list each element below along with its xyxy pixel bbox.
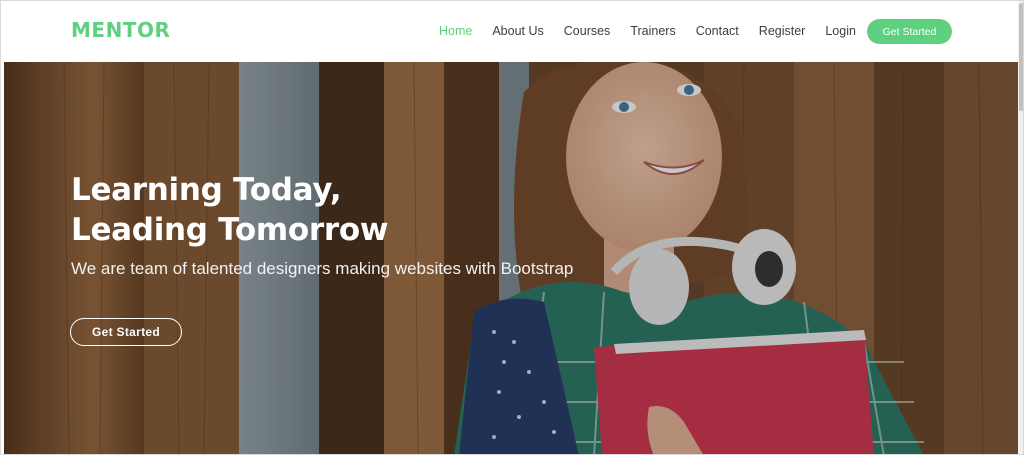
scrollbar-thumb[interactable] — [1019, 3, 1023, 111]
site-logo[interactable]: MENTOR — [71, 18, 170, 42]
nav-item-contact[interactable]: Contact — [696, 24, 739, 38]
nav-item-register[interactable]: Register — [759, 24, 806, 38]
page: MENTOR Home About Us Courses Trainers Co… — [0, 0, 1024, 455]
hero-section: Learning Today, Leading Tomorrow We are … — [4, 62, 1018, 454]
hero-get-started-button[interactable]: Get Started — [70, 318, 182, 346]
main-nav: Home About Us Courses Trainers Contact R… — [439, 1, 876, 61]
nav-item-courses[interactable]: Courses — [564, 24, 611, 38]
site-header: MENTOR Home About Us Courses Trainers Co… — [1, 1, 1018, 61]
header-get-started-button[interactable]: Get Started — [867, 19, 952, 44]
hero-subtitle: We are team of talented designers making… — [71, 259, 574, 278]
nav-item-login[interactable]: Login — [825, 24, 856, 38]
nav-item-trainers[interactable]: Trainers — [630, 24, 675, 38]
hero-title-line-2: Leading Tomorrow — [71, 212, 389, 248]
hero-title: Learning Today, Leading Tomorrow — [71, 170, 631, 250]
hero-title-line-1: Learning Today, — [71, 172, 342, 208]
nav-item-about-us[interactable]: About Us — [492, 24, 543, 38]
vertical-scrollbar[interactable] — [1018, 1, 1023, 454]
nav-item-home[interactable]: Home — [439, 24, 472, 38]
